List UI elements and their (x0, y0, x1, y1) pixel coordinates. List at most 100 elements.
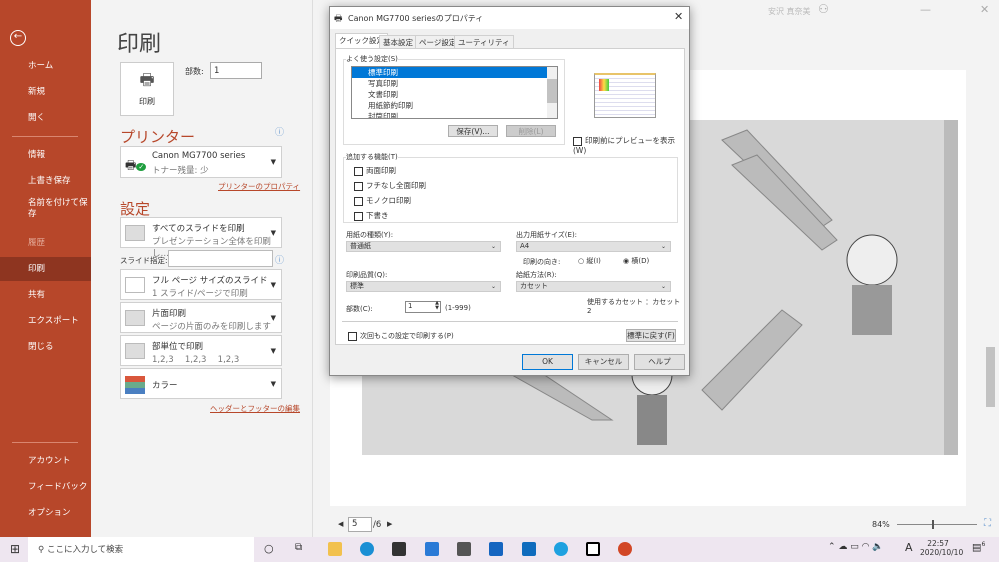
title-bar: 安沢 真奈美 ⚇ — ✕ (690, 0, 999, 30)
copies-value: 1 (408, 302, 413, 310)
store-icon[interactable] (392, 542, 406, 556)
page-number-input[interactable]: 5 (348, 517, 372, 532)
copies-label: 部数: (185, 67, 204, 76)
edge-icon[interactable] (360, 542, 374, 556)
grayscale-checkbox[interactable]: モノクロ印刷 (354, 195, 411, 206)
ok-button[interactable]: OK (522, 354, 573, 370)
delete-preset-button: 削除(L) (506, 125, 556, 137)
zoom-slider[interactable] (897, 520, 977, 529)
app-icon[interactable] (586, 542, 600, 556)
preset-item[interactable]: 標準印刷 (352, 67, 557, 78)
notification-icon[interactable]: ▤6 (972, 541, 985, 553)
preset-item[interactable]: 封筒印刷 (352, 111, 557, 118)
fit-to-window-icon[interactable]: ⛶ (984, 518, 991, 529)
preview-scrollbar[interactable] (986, 62, 995, 502)
save-preset-button[interactable]: 保存(V)... (448, 125, 498, 137)
sidebar-item-options[interactable]: オプション (0, 501, 91, 525)
color-dropdown[interactable]: カラー ▼ (120, 368, 282, 399)
clock[interactable]: 22:57 2020/10/10 (920, 539, 963, 557)
paper-size-label: 出力用紙サイズ(E): (516, 231, 578, 239)
duplex-checkbox[interactable]: 両面印刷 (354, 165, 396, 176)
paper-size-select[interactable]: A4 ⌄ (516, 241, 671, 252)
user-name: 安沢 真奈美 (768, 7, 811, 16)
prev-page-icon[interactable]: ◀ (338, 520, 343, 528)
tab-main[interactable]: 基本設定 (379, 35, 417, 49)
defaults-button[interactable]: 標準に戻す(F) (626, 329, 676, 342)
presets-list[interactable]: 標準印刷 写真印刷 文書印刷 用紙節約印刷 封筒印刷 (351, 66, 558, 119)
file-explorer-icon[interactable] (328, 542, 342, 556)
borderless-checkbox[interactable]: フチなし全面印刷 (354, 180, 426, 191)
dialog-title: Canon MG7700 seriesのプロパティ (348, 14, 484, 23)
back-arrow-icon[interactable]: ← (10, 30, 26, 46)
collate-dropdown[interactable]: 部単位で印刷 1,2,3 1,2,3 1,2,3 ▼ (120, 335, 282, 366)
printer-properties-link[interactable]: プリンターのプロパティ (218, 181, 300, 192)
always-print-checkbox[interactable]: 次回もこの設定で印刷する(P) (348, 331, 454, 341)
sidebar-item-share[interactable]: 共有 (0, 283, 91, 307)
layout-dropdown[interactable]: フル ページ サイズのスライド 1 スライド/ページで印刷 ▼ (120, 269, 282, 300)
next-page-icon[interactable]: ▶ (387, 520, 392, 528)
slides-dropdown[interactable]: すべてのスライドを印刷 プレゼンテーション全体を印刷し… ▼ (120, 217, 282, 259)
landscape-radio[interactable]: ◉ 横(D) (623, 256, 649, 266)
copies-input[interactable]: 1 (210, 62, 262, 79)
slide-range-input[interactable] (168, 250, 273, 267)
sidebar-item-feedback[interactable]: フィードバック (0, 475, 91, 499)
minimize-icon[interactable]: — (920, 3, 931, 16)
info-icon[interactable]: ⓘ (275, 253, 284, 266)
preset-item[interactable]: 写真印刷 (352, 78, 557, 89)
cortana-icon[interactable]: ○ (264, 542, 274, 555)
paper-source-select[interactable]: カセット ⌄ (516, 281, 671, 292)
preset-item[interactable]: 用紙節約印刷 (352, 100, 557, 111)
sidebar-item-save-as[interactable]: 名前を付けて保存 (0, 198, 91, 226)
sidebar-item-new[interactable]: 新規 (0, 80, 91, 104)
close-window-icon[interactable]: ✕ (980, 3, 989, 16)
search-placeholder: ここに入力して検索 (46, 545, 124, 555)
info-icon[interactable]: ⓘ (275, 125, 284, 138)
media-type-select[interactable]: 普通紙 ⌄ (346, 241, 501, 252)
app-icon[interactable] (489, 542, 503, 556)
system-tray-icons[interactable]: ⌃ ☁ ▭ ◠ 🔈 (828, 542, 884, 552)
help-button[interactable]: ヘルプ (634, 354, 685, 370)
sidebar-item-home[interactable]: ホーム (0, 54, 91, 78)
sidebar-item-info[interactable]: 情報 (0, 143, 91, 167)
quality-select[interactable]: 標準 ⌄ (346, 281, 501, 292)
checkbox-label: 両面印刷 (366, 166, 396, 175)
sidebar-item-close[interactable]: 閉じる (0, 335, 91, 359)
divider (12, 442, 78, 443)
preview-before-print-checkbox[interactable]: 印刷前にプレビューを表示(W) (573, 135, 684, 155)
mail-icon[interactable] (425, 542, 439, 556)
ime-indicator[interactable]: A (905, 541, 913, 554)
taskbar-search[interactable]: ⚲ ここに入力して検索 (28, 537, 254, 562)
outlook-icon[interactable] (522, 542, 536, 556)
sidebar-item-export[interactable]: エクスポート (0, 309, 91, 333)
sidebar-item-account[interactable]: アカウント (0, 449, 91, 473)
dialog-close-icon[interactable]: ✕ (674, 10, 683, 23)
skype-icon[interactable] (554, 542, 568, 556)
page-title: 印刷 (117, 32, 162, 57)
copies-spinner[interactable]: 1 ▲ ▼ (405, 301, 441, 313)
sidebar-item-print[interactable]: 印刷 (0, 257, 91, 281)
sidebar-item-save[interactable]: 上書き保存 (0, 169, 91, 193)
media-type-value: 普通紙 (350, 242, 371, 250)
divider (12, 136, 78, 137)
sidebar-item-open[interactable]: 開く (0, 106, 91, 130)
portrait-radio[interactable]: ○ 縦(I) (578, 256, 601, 266)
tab-maintenance[interactable]: ユーティリティ (454, 35, 514, 49)
header-footer-link[interactable]: ヘッダーとフッターの編集 (210, 403, 300, 414)
app-icon[interactable] (457, 542, 471, 556)
checkbox-label: 下書き (366, 211, 389, 220)
page-total: /6 (373, 520, 382, 530)
user-icon[interactable]: ⚇ (818, 2, 829, 16)
presets-scrollbar[interactable] (547, 67, 557, 118)
radio-label: 縦(I) (586, 257, 601, 265)
cancel-button[interactable]: キャンセル (578, 354, 629, 370)
printer-dropdown[interactable]: 🖶 ✓ Canon MG7700 series トナー残量: 少 ▼ (120, 146, 282, 178)
full-page-icon (125, 277, 145, 293)
windows-start-icon[interactable]: ⊞ (10, 542, 20, 556)
sides-dropdown[interactable]: 片面印刷 ページの片面のみを印刷します ▼ (120, 302, 282, 333)
preset-item[interactable]: 文書印刷 (352, 89, 557, 100)
draft-checkbox[interactable]: 下書き (354, 210, 389, 221)
task-view-icon[interactable]: ⧉ (295, 542, 302, 553)
checkbox-label: モノクロ印刷 (366, 196, 411, 205)
print-button[interactable]: 🖶 印刷 (120, 62, 174, 116)
powerpoint-icon[interactable] (618, 542, 632, 556)
